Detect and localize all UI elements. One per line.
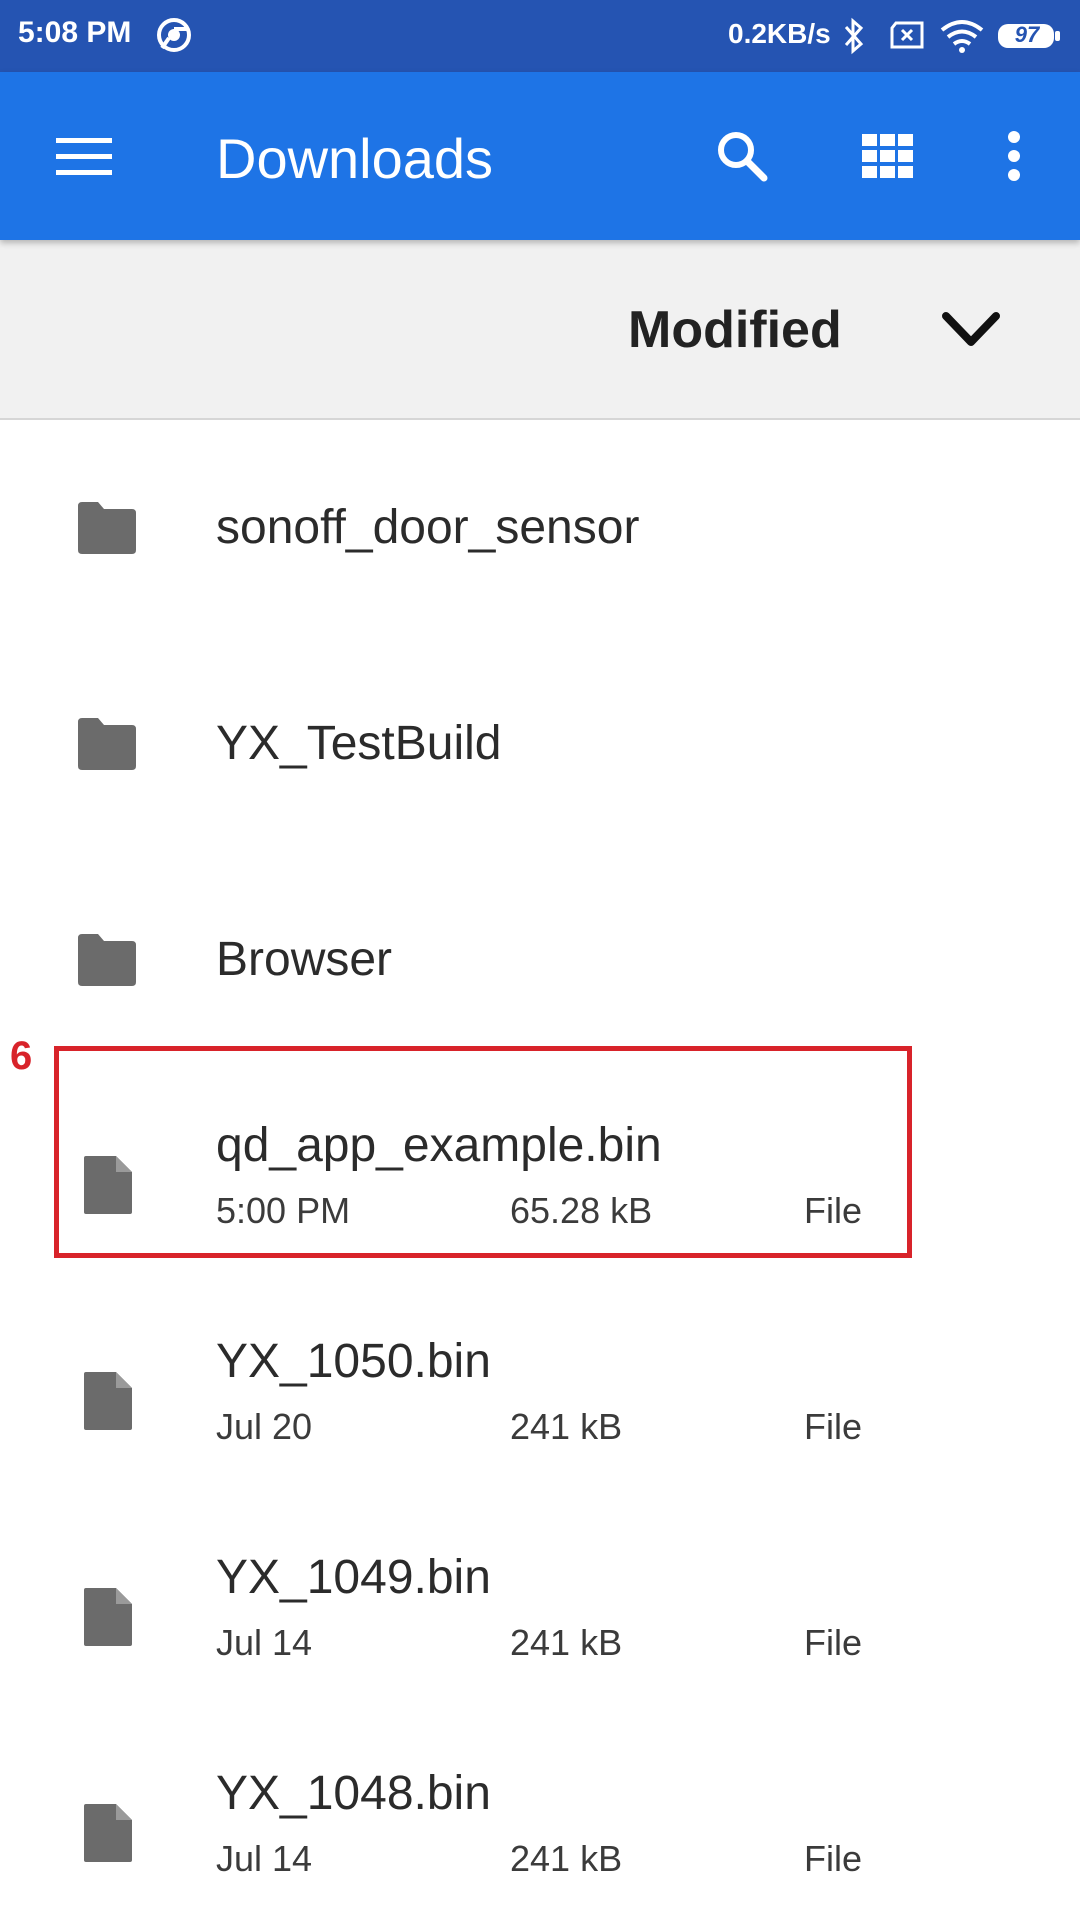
more-options-button[interactable] xyxy=(974,116,1054,196)
folder-icon xyxy=(78,718,136,770)
folder-row[interactable]: YX_TestBuild xyxy=(0,636,1080,852)
file-icon xyxy=(84,1372,132,1430)
folder-icon xyxy=(78,934,136,986)
menu-button[interactable] xyxy=(44,116,124,196)
file-icon xyxy=(84,1804,132,1862)
file-date: Jul 14 xyxy=(216,1622,313,1663)
file-date: Jul 14 xyxy=(216,1838,313,1879)
folder-row[interactable]: Browser xyxy=(0,852,1080,1068)
file-date: Jul 20 xyxy=(216,1406,313,1447)
search-button[interactable] xyxy=(702,116,782,196)
more-vert-icon xyxy=(1008,131,1020,181)
folder-name: YX_TestBuild xyxy=(216,717,502,770)
chevron-down-icon[interactable] xyxy=(936,300,1006,360)
file-name: YX_1050.bin xyxy=(216,1335,491,1388)
chrome-icon xyxy=(157,18,191,52)
status-time: 5:08 PM xyxy=(18,16,132,49)
bluetooth-icon xyxy=(844,17,864,55)
file-size: 241 kB xyxy=(510,1838,623,1879)
file-row[interactable]: YX_1049.bin Jul 14 241 kB File xyxy=(0,1500,1080,1716)
grid-view-icon xyxy=(862,134,913,178)
sort-bar[interactable]: Modified xyxy=(0,240,1080,420)
folder-icon xyxy=(78,502,136,554)
sort-label[interactable]: Modified xyxy=(628,300,842,360)
folder-name: Browser xyxy=(216,933,393,986)
file-row[interactable]: YX_1050.bin Jul 20 241 kB File xyxy=(0,1284,1080,1500)
file-name: YX_1049.bin xyxy=(216,1551,491,1604)
app-bar: Downloads xyxy=(0,72,1080,240)
folder-name: sonoff_door_sensor xyxy=(216,501,640,554)
wifi-icon xyxy=(940,20,984,53)
search-icon xyxy=(718,132,768,182)
file-row[interactable]: YX_1048.bin Jul 14 241 kB File xyxy=(0,1716,1080,1932)
file-icon xyxy=(84,1588,132,1646)
file-size: 241 kB xyxy=(510,1406,623,1447)
page-title: Downloads xyxy=(216,127,494,190)
file-name: YX_1048.bin xyxy=(216,1767,491,1820)
network-speed: 0.2KB/s xyxy=(728,18,831,49)
battery-level: 97 xyxy=(1014,22,1040,47)
file-type: File xyxy=(804,1622,863,1663)
file-type: File xyxy=(804,1406,863,1447)
sim-icon xyxy=(890,21,924,49)
folder-row[interactable]: sonoff_door_sensor xyxy=(0,420,1080,636)
grid-view-button[interactable] xyxy=(848,116,928,196)
annotation-label: 6 xyxy=(10,1034,33,1078)
status-bar: 5:08 PM 0.2KB/s 97 xyxy=(0,0,1080,72)
annotation-highlight-box xyxy=(54,1046,912,1258)
file-size: 241 kB xyxy=(510,1622,623,1663)
file-type: File xyxy=(804,1838,863,1879)
menu-icon xyxy=(56,138,112,175)
